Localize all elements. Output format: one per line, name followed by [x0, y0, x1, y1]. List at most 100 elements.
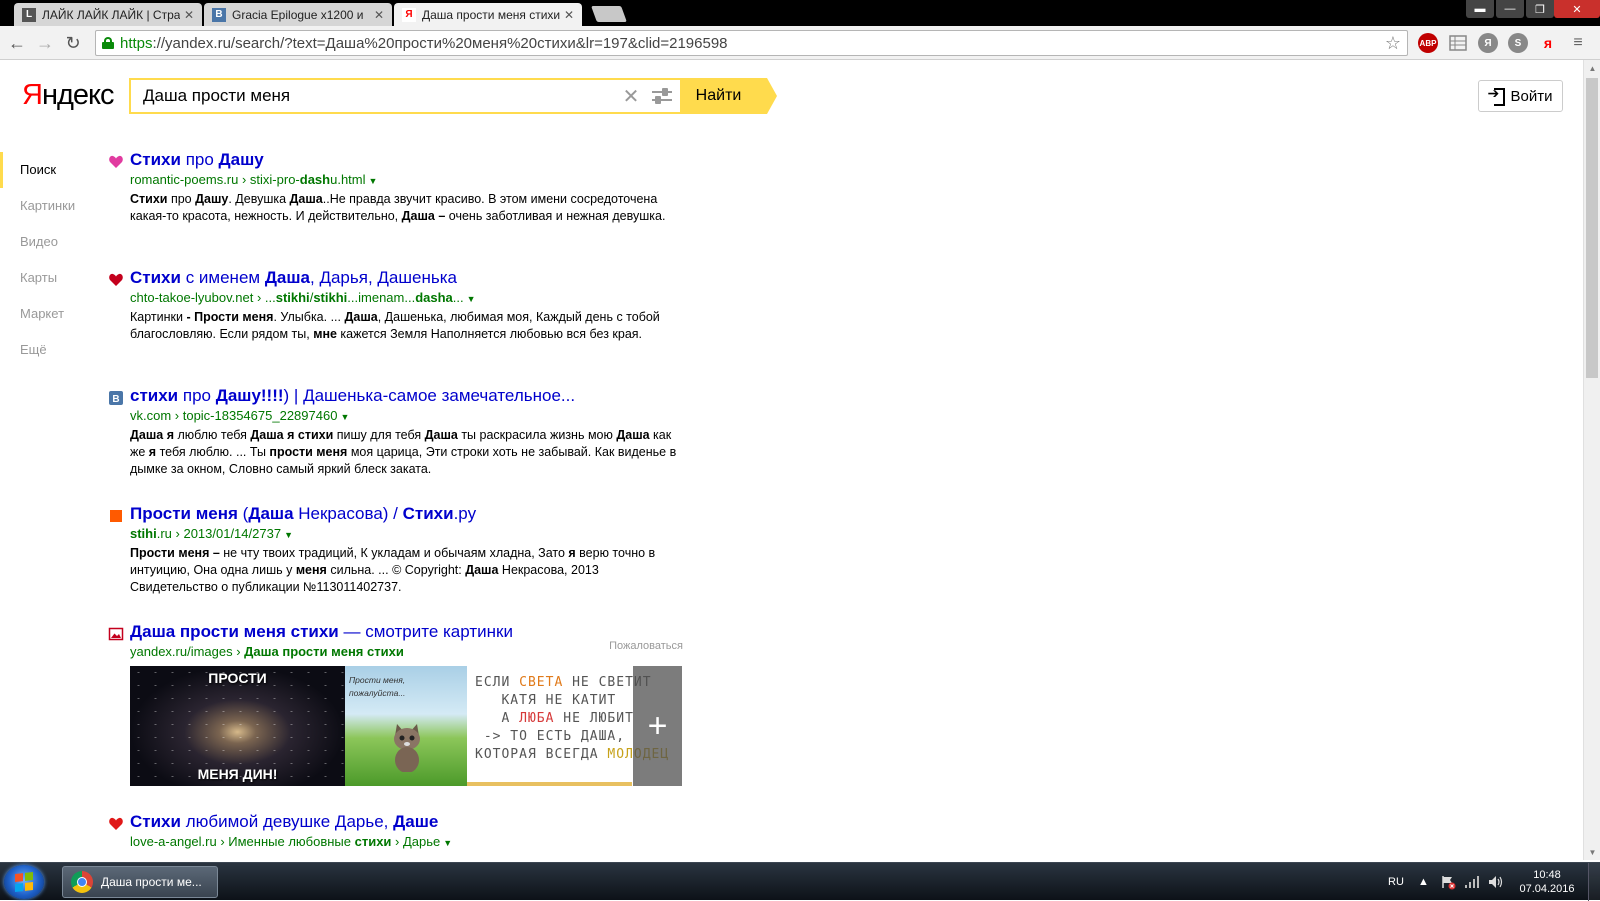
adblock-extension-icon[interactable]: ABP	[1418, 33, 1438, 53]
browser-tab-1[interactable]: L ЛАЙК ЛАЙК ЛАЙК | Стра ✕	[14, 3, 202, 26]
result-title-link[interactable]: Стихи с именем Даша, Дарья, Дашенька	[130, 268, 683, 288]
login-button[interactable]: Войти	[1478, 80, 1563, 112]
url-menu-triangle-icon[interactable]: ▼	[369, 176, 378, 186]
result-url[interactable]: stihi.ru › 2013/01/14/2737 ▼	[130, 525, 683, 544]
browser-toolbar: ← → ↻ https://yandex.ru/search/?text=Даш…	[0, 26, 1600, 60]
nav-item-search[interactable]: Поиск	[0, 152, 110, 188]
images-result: Даша прости меня стихи — смотрите картин…	[108, 622, 683, 812]
volume-speaker-icon[interactable]	[1488, 863, 1504, 901]
more-images-button[interactable]: +	[633, 666, 682, 786]
result-snippet: Даша я люблю тебя Даша я стихи пишу для …	[130, 428, 677, 476]
scrollbar-thumb[interactable]	[1586, 78, 1598, 378]
scroll-up-arrow-icon[interactable]: ▲	[1584, 60, 1600, 76]
language-indicator[interactable]: RU	[1388, 863, 1404, 901]
url-text: https://yandex.ru/search/?text=Даша%20пр…	[120, 34, 728, 52]
browser-tab-2[interactable]: В Gracia Epilogue x1200 и ✕	[204, 3, 392, 26]
windows-logo-icon	[15, 872, 33, 892]
clock-date: 07.04.2016	[1519, 883, 1575, 895]
result-title-link[interactable]: Прости меня (Даша Некрасова) / Стихи.ру	[130, 504, 683, 524]
search-result: Стихи с именем Даша, Дарья, Дашенька cht…	[108, 268, 683, 386]
tab-favicon-icon: L	[22, 7, 36, 22]
clock-time: 10:48	[1533, 869, 1561, 881]
search-result: B стихи про Дашу!!!!) | Дашенька-самое з…	[108, 386, 683, 504]
show-hidden-icons-arrow-icon[interactable]: ▲	[1418, 863, 1429, 901]
result-title-link[interactable]: Стихи про Дашу	[130, 150, 683, 170]
system-clock[interactable]: 10:48 07.04.2016	[1512, 868, 1582, 896]
heart-red-icon	[108, 272, 124, 288]
skype-extension-icon[interactable]: S	[1508, 33, 1528, 53]
result-url[interactable]: vk.com › topic-18354675_22897460 ▼	[130, 407, 683, 426]
browser-tab-3-active[interactable]: Я Даша прости меня стихи ✕	[394, 3, 582, 26]
url-menu-triangle-icon[interactable]: ▼	[443, 838, 452, 848]
forward-arrow-icon[interactable]: →	[34, 32, 56, 54]
clear-search-icon[interactable]: ✕	[618, 84, 644, 109]
image-thumbnail-galaxy[interactable]: ПРОСТИ МЕНЯ ДИН!	[130, 666, 345, 786]
nav-item-video[interactable]: Видео	[0, 224, 110, 260]
user-profile-icon[interactable]: ▬	[1466, 0, 1494, 18]
vk-icon: B	[108, 390, 124, 406]
complain-link[interactable]: Пожаловаться	[609, 640, 683, 652]
back-arrow-icon[interactable]: ←	[6, 32, 28, 54]
result-title-link[interactable]: стихи про Дашу!!!!) | Дашенька-самое зам…	[130, 386, 683, 406]
image-caption-top: ПРОСТИ	[208, 670, 267, 686]
tab-close-icon[interactable]: ✕	[184, 8, 194, 22]
chrome-menu-icon[interactable]: ≡	[1568, 33, 1588, 53]
images-title-link[interactable]: Даша прости меня стихи — смотрите картин…	[130, 622, 683, 642]
heart-red-icon	[108, 816, 124, 832]
result-snippet: Картинки - Прости меня. Улыбка. ... Даша…	[130, 310, 660, 341]
image-caption-bottom: МЕНЯ ДИН!	[197, 766, 278, 782]
kitten-illustration	[394, 724, 420, 772]
yandex-logo[interactable]: Яндекс	[22, 79, 115, 112]
result-title-link[interactable]: Стихи любимой девушке Дарье, Даше	[130, 812, 683, 832]
network-signal-icon[interactable]	[1464, 863, 1480, 901]
scroll-down-arrow-icon[interactable]: ▼	[1584, 844, 1600, 860]
page-scrollbar[interactable]: ▲ ▼	[1583, 60, 1600, 860]
close-window-button[interactable]: ✕	[1554, 0, 1600, 18]
nav-item-maps[interactable]: Карты	[0, 260, 110, 296]
search-input[interactable]	[131, 80, 618, 112]
yandex-extension-icon[interactable]: Я	[1478, 33, 1498, 53]
result-url[interactable]: love-a-angel.ru › Именные любовные стихи…	[130, 833, 683, 852]
search-box: ✕	[129, 78, 682, 114]
search-result: Прости меня (Даша Некрасова) / Стихи.ру …	[108, 504, 683, 622]
search-result: Стихи про Дашу romantic-poems.ru › stixi…	[108, 150, 683, 268]
result-url[interactable]: romantic-poems.ru › stixi-pro-dashu.html…	[130, 171, 683, 190]
image-thumbnails: ПРОСТИ МЕНЯ ДИН! Прости меня, пожалуйста…	[130, 666, 682, 786]
yandex-bar-extension-icon[interactable]: я	[1538, 33, 1558, 53]
tab-close-icon[interactable]: ✕	[374, 8, 384, 22]
search-results: Стихи про Дашу romantic-poems.ru › stixi…	[108, 150, 683, 852]
windows-taskbar: Даша прости ме... RU ▲ 10:48 07.04.2016	[0, 862, 1600, 901]
address-bar[interactable]: https://yandex.ru/search/?text=Даша%20пр…	[95, 30, 1408, 56]
maximize-button[interactable]: ❐	[1526, 0, 1554, 18]
show-desktop-button[interactable]	[1588, 863, 1600, 901]
start-button[interactable]	[4, 865, 44, 899]
url-menu-triangle-icon[interactable]: ▼	[467, 294, 476, 304]
nav-item-more[interactable]: Ещё	[0, 332, 110, 368]
login-icon	[1488, 85, 1505, 106]
tab-title: Даша прости меня стихи	[422, 7, 560, 22]
images-url[interactable]: yandex.ru/images › Даша прости меня стих…	[130, 643, 683, 661]
new-tab-button[interactable]	[591, 6, 627, 22]
search-result: Стихи любимой девушке Дарье, Даше love-a…	[108, 812, 683, 852]
nav-item-market[interactable]: Маркет	[0, 296, 110, 332]
login-label: Войти	[1510, 87, 1553, 105]
bookmark-star-icon[interactable]: ☆	[1385, 33, 1401, 54]
result-url[interactable]: chto-takoe-lyubov.net › ...stikhi/stikhi…	[130, 289, 683, 308]
image-thumbnail-kitten[interactable]: Прости меня, пожалуйста...	[345, 666, 467, 786]
reload-icon[interactable]: ↻	[62, 32, 84, 54]
image-thumbnail-text-poem[interactable]: ЕСЛИ СВЕТА НЕ СВЕТИТ КАТЯ НЕ КАТИТ А ЛЮБ…	[467, 666, 668, 786]
nav-item-images[interactable]: Картинки	[0, 188, 110, 224]
search-button[interactable]: Найти	[682, 78, 777, 114]
minimize-button[interactable]: —	[1496, 0, 1524, 18]
taskbar-app-title: Даша прости ме...	[101, 875, 202, 889]
url-menu-triangle-icon[interactable]: ▼	[284, 530, 293, 540]
search-verticals-nav: Поиск Картинки Видео Карты Маркет Ещё	[0, 152, 110, 368]
taskbar-chrome-button[interactable]: Даша прости ме...	[62, 866, 218, 898]
result-snippet: Прости меня – не чту твоих традиций, К у…	[130, 546, 656, 594]
image-poem-text: ЕСЛИ СВЕТА НЕ СВЕТИТ КАТЯ НЕ КАТИТ А ЛЮБ…	[475, 675, 668, 762]
url-menu-triangle-icon[interactable]: ▼	[340, 412, 349, 422]
grid-extension-icon[interactable]	[1448, 33, 1468, 53]
tab-close-icon[interactable]: ✕	[564, 8, 574, 22]
search-settings-icon[interactable]	[644, 80, 680, 112]
action-center-flag-icon[interactable]	[1440, 863, 1456, 901]
